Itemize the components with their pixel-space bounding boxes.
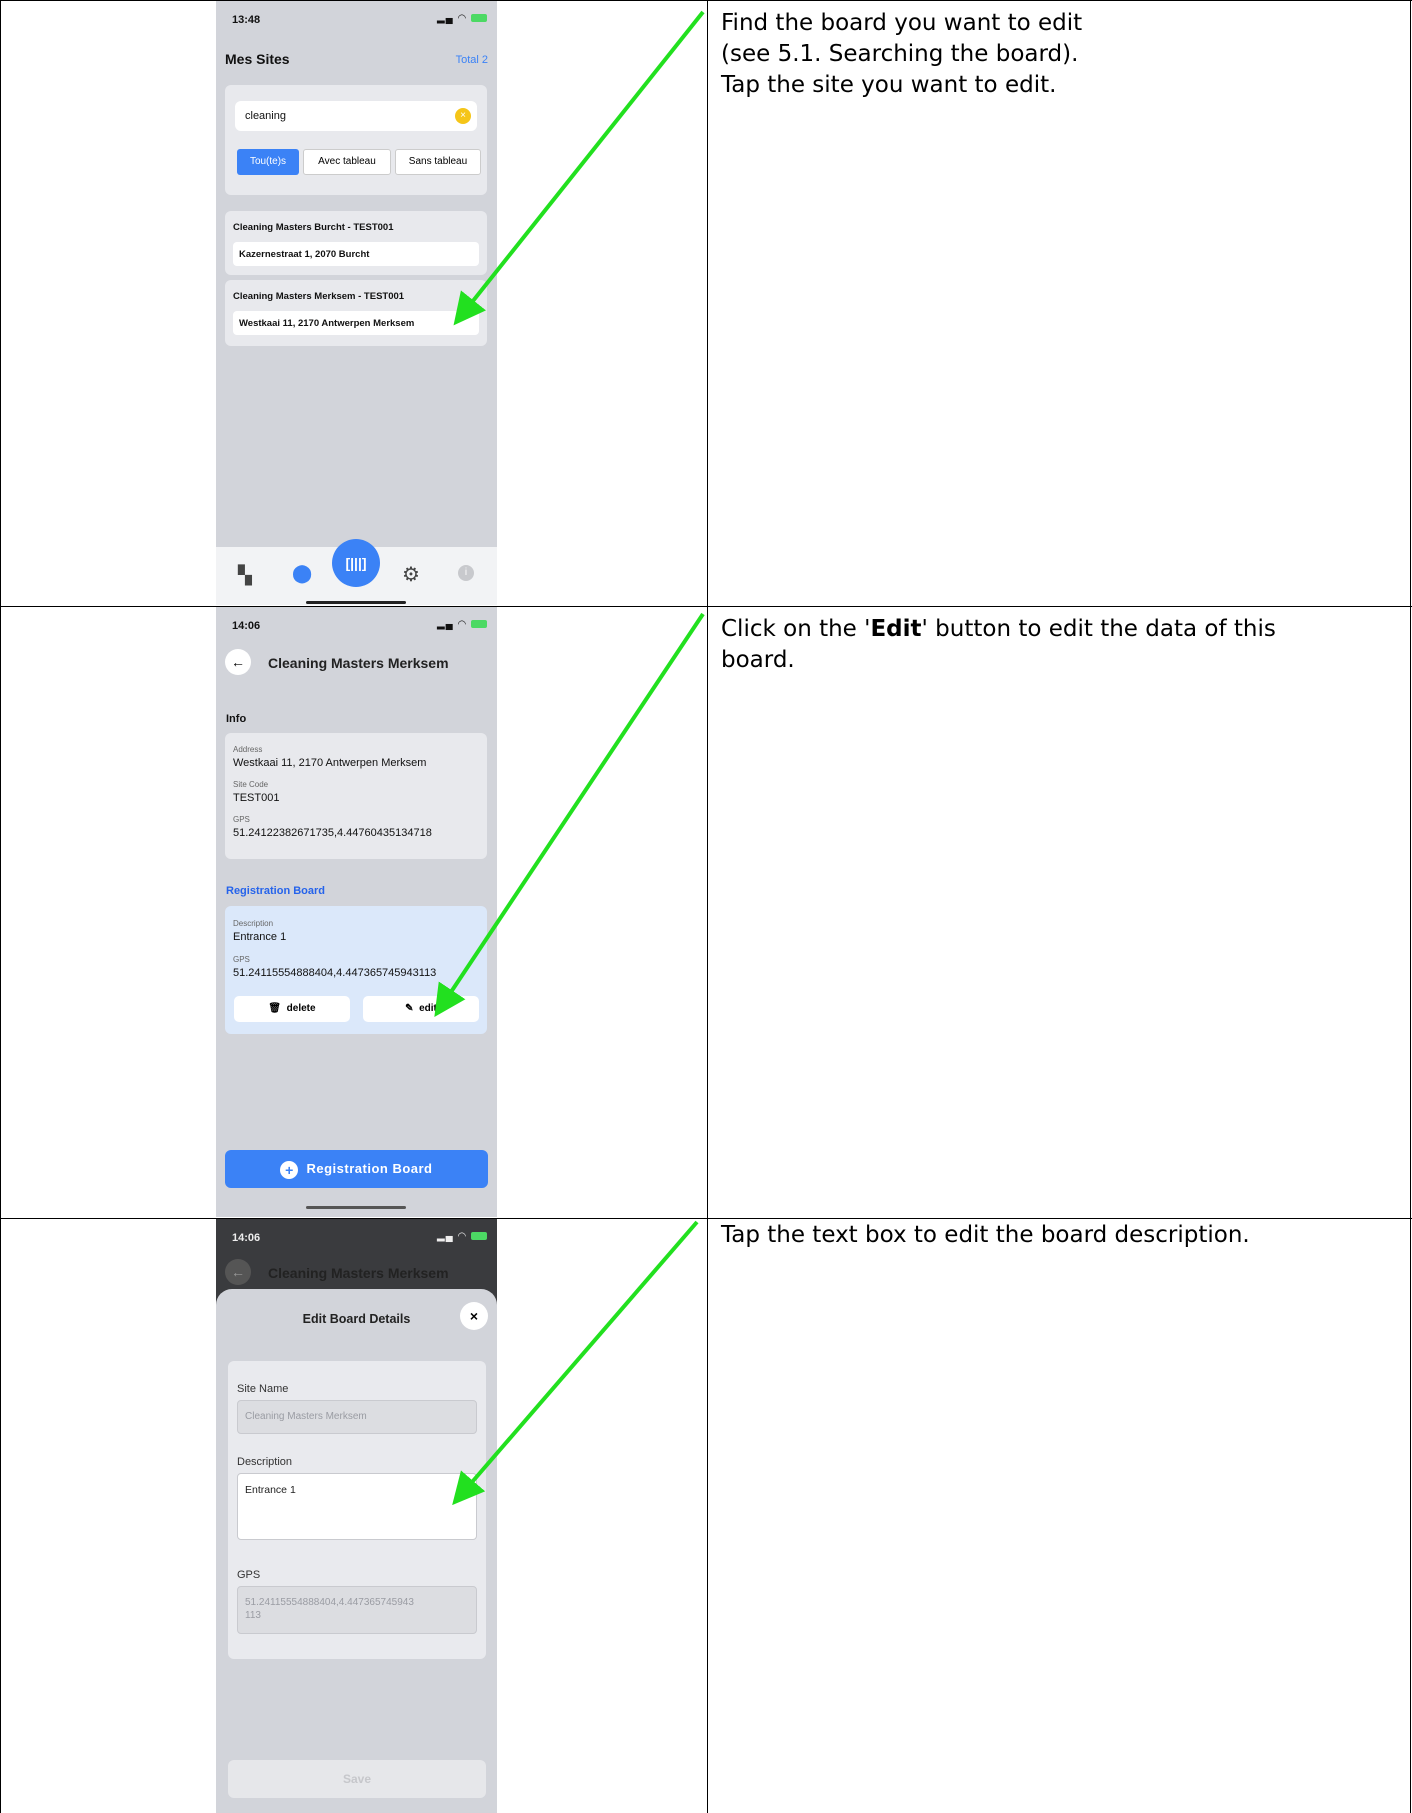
annotation-arrows: [434, 10, 705, 1506]
back-button: ←: [225, 1259, 251, 1285]
edit-label: edit: [419, 1003, 437, 1014]
edit-form-card: Site Name Cleaning Masters Merksem Descr…: [228, 1361, 486, 1659]
sitecode-value: TEST001: [233, 792, 280, 804]
description-input[interactable]: Entrance 1: [237, 1473, 477, 1540]
description-label: Description: [237, 1456, 293, 1468]
gps-field: 51.24115554888404,4.447365745943 113: [237, 1586, 477, 1634]
instruction-line: board.: [721, 647, 795, 673]
table-border-top: [0, 0, 1412, 1]
instruction-bold: Edit: [870, 616, 922, 642]
bottom-nav-bar: ▚ ⬤ [|||] ⚙ i: [216, 539, 497, 605]
info-icon[interactable]: i: [458, 565, 474, 581]
phone-screenshot-sites-list: 13:48 ▂▄ ◠ Mes Sites Total 2 cleaning × …: [216, 1, 497, 605]
table-column-divider: [707, 0, 708, 1813]
search-value: cleaning: [245, 110, 286, 122]
status-time: 13:48: [232, 14, 261, 26]
trash-icon: 🗑: [268, 1003, 282, 1014]
back-button[interactable]: ←: [225, 649, 251, 675]
filter-with-board-button[interactable]: Avec tableau: [303, 149, 391, 175]
search-panel: cleaning × Tou(te)s Avec tableau Sans ta…: [225, 85, 487, 195]
page-title: Mes Sites: [225, 51, 290, 67]
scan-button[interactable]: [|||]: [332, 539, 380, 587]
table-row-divider: [0, 1218, 1412, 1219]
site-card[interactable]: Cleaning Masters Burcht - TEST001 Kazern…: [225, 211, 487, 275]
search-input[interactable]: cleaning ×: [235, 101, 477, 131]
address-value: Westkaai 11, 2170 Antwerpen Merksem: [233, 757, 427, 769]
location-pin-icon[interactable]: ⬤: [292, 563, 312, 584]
gear-icon[interactable]: ⚙: [402, 562, 420, 587]
plus-icon: +: [280, 1160, 299, 1179]
status-icons: ▂▄ ◠: [437, 13, 487, 24]
board-gps-value: 51.24115554888404,4.447365745943113: [233, 967, 437, 979]
gps-value-line2: 113: [245, 1610, 261, 1621]
instruction-row-3: Tap the text box to edit the board descr…: [721, 1220, 1250, 1251]
registration-board-card: Description Entrance 1 GPS 51.2411555488…: [225, 906, 487, 1034]
filter-without-board-button[interactable]: Sans tableau: [395, 149, 481, 175]
gps-value-line1: 51.24115554888404,4.447365745943: [245, 1597, 414, 1608]
instruction-text: Click on the ': [721, 616, 871, 642]
battery-icon: [471, 14, 487, 23]
site-name: Cleaning Masters Burcht - TEST001: [233, 222, 394, 233]
instruction-line: Tap the site you want to edit.: [721, 72, 1057, 98]
clear-icon[interactable]: ×: [455, 108, 471, 124]
background-page-title: Cleaning Masters Merksem: [268, 1265, 449, 1281]
instruction-row-1: Find the board you want to edit (see 5.1…: [721, 8, 1082, 101]
home-indicator: [306, 601, 406, 604]
table-border-left: [0, 0, 1, 1813]
table-border-right: [1410, 0, 1411, 1813]
add-button-label: Registration Board: [306, 1161, 433, 1176]
status-time: 14:06: [232, 1232, 261, 1244]
battery-icon: [471, 620, 487, 629]
instruction-row-2: Click on the 'Edit' button to edit the d…: [721, 614, 1276, 676]
site-address: Kazernestraat 1, 2070 Burcht: [239, 249, 370, 260]
site-address-box: Kazernestraat 1, 2070 Burcht: [233, 242, 479, 266]
delete-label: delete: [286, 1003, 316, 1014]
description-value: Entrance 1: [233, 931, 287, 943]
table-row-divider: [0, 606, 1412, 607]
add-registration-board-button[interactable]: + Registration Board: [225, 1150, 488, 1188]
instruction-line: Find the board you want to edit: [721, 10, 1083, 36]
gps-label: GPS: [233, 815, 250, 824]
info-heading: Info: [226, 713, 247, 725]
instruction-text: ' button to edit the data of this: [921, 616, 1276, 642]
home-indicator: [306, 1206, 406, 1209]
phone-screenshot-edit-modal: 14:06 ▂▄ ◠ ← Cleaning Masters Merksem Ed…: [216, 1219, 497, 1813]
edit-button[interactable]: ✎ edit: [363, 996, 479, 1022]
gps-value: 51.24122382671735,4.44760435134718: [233, 827, 432, 839]
status-icons: ▂▄ ◠: [437, 619, 487, 630]
sitecode-label: Site Code: [233, 780, 269, 789]
site-name: Cleaning Masters Merksem - TEST001: [233, 291, 405, 302]
edit-icon: ✎: [405, 1003, 414, 1014]
description-label: Description: [233, 919, 274, 928]
instruction-line: Click on the 'Edit' button to edit the d…: [721, 614, 1276, 645]
page-title: Cleaning Masters Merksem: [268, 655, 449, 671]
registration-heading: Registration Board: [226, 885, 326, 897]
delete-button[interactable]: 🗑 delete: [234, 996, 350, 1022]
edit-board-modal: Edit Board Details × Site Name Cleaning …: [216, 1289, 497, 1813]
save-button[interactable]: Save: [228, 1760, 486, 1798]
address-label: Address: [233, 745, 263, 754]
description-value: Entrance 1: [245, 1484, 296, 1496]
status-icons: ▂▄ ◠: [437, 1231, 487, 1242]
gps-label: GPS: [237, 1569, 261, 1581]
phone-screenshot-site-detail: 14:06 ▂▄ ◠ ← Cleaning Masters Merksem In…: [216, 607, 497, 1217]
filter-all-button[interactable]: Tou(te)s: [237, 149, 299, 175]
battery-icon: [471, 1232, 487, 1241]
instruction-line: (see 5.1. Searching the board).: [721, 41, 1079, 67]
grid-icon[interactable]: ▚: [238, 565, 252, 586]
close-icon[interactable]: ×: [460, 1302, 488, 1330]
status-time: 14:06: [232, 620, 261, 632]
total-count: Total 2: [455, 54, 488, 66]
site-name-field: Cleaning Masters Merksem: [237, 1400, 477, 1434]
annotation-arrow: [453, 10, 705, 326]
site-card[interactable]: Cleaning Masters Merksem - TEST001 Westk…: [225, 280, 487, 346]
site-address: Westkaai 11, 2170 Antwerpen Merksem: [239, 318, 415, 329]
modal-title: Edit Board Details: [302, 1312, 411, 1326]
site-address-box: Westkaai 11, 2170 Antwerpen Merksem: [233, 311, 479, 335]
instruction-line: Tap the text box to edit the board descr…: [721, 1222, 1250, 1248]
site-name-label: Site Name: [237, 1383, 289, 1395]
site-info-card: Address Westkaai 11, 2170 Antwerpen Merk…: [225, 733, 487, 859]
board-gps-label: GPS: [233, 955, 250, 964]
site-name-value: Cleaning Masters Merksem: [245, 1411, 367, 1422]
